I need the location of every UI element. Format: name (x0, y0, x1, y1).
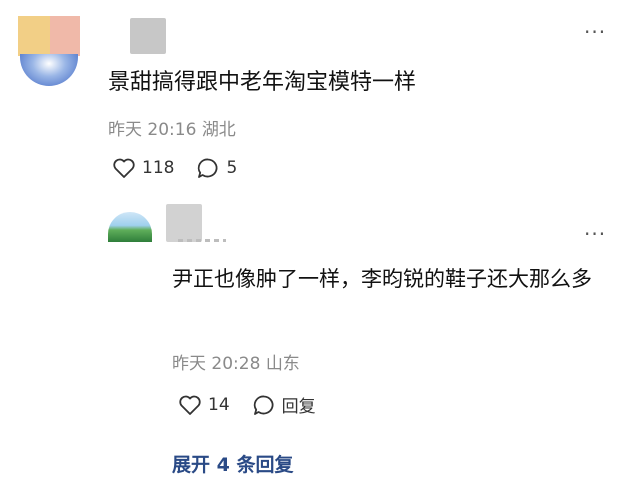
comment-actions: 118 5 (112, 157, 259, 179)
comment-actions: 14 回复 (178, 392, 338, 417)
comment-time: 昨天 20:28 (172, 354, 261, 374)
reply-button[interactable]: 5 (196, 157, 237, 179)
avatar-image (20, 54, 78, 86)
comment-text: 景甜搞得跟中老年淘宝模特一样 (108, 70, 417, 95)
expand-replies-link[interactable]: 展开 4 条回复 (172, 450, 293, 477)
like-count: 118 (142, 158, 175, 178)
comment-location: 湖北 (201, 120, 236, 140)
heart-icon (179, 395, 201, 415)
more-options-icon[interactable]: ··· (584, 222, 606, 246)
avatar[interactable] (18, 16, 82, 88)
comment-location: 山东 (265, 354, 300, 374)
username-redaction-residue (178, 232, 226, 244)
avatar[interactable] (108, 212, 152, 242)
more-options-icon[interactable]: ··· (584, 20, 606, 44)
comment-meta: 昨天 20:28 山东 (172, 349, 300, 374)
like-count: 14 (208, 394, 230, 415)
avatar-redaction-patch (18, 16, 50, 56)
comment-bubble-icon (198, 158, 218, 178)
like-button[interactable]: 14 (178, 394, 230, 416)
username-redacted[interactable] (130, 18, 166, 54)
reply-button[interactable]: 回复 (252, 392, 316, 417)
comment-time: 昨天 20:16 (108, 120, 197, 140)
avatar-redaction-patch (50, 16, 80, 56)
comment-meta: 昨天 20:16 湖北 (108, 115, 236, 140)
heart-icon (113, 158, 135, 178)
like-button[interactable]: 118 (112, 157, 174, 179)
comment-bubble-icon (253, 395, 274, 415)
reply-label: 回复 (281, 397, 316, 417)
reply-text: 尹正也像肿了一样，李昀锐的鞋子还大那么多 (172, 267, 592, 291)
reply-count: 5 (226, 158, 238, 178)
